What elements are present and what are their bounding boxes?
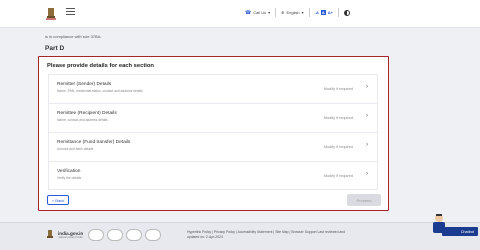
- font-increase-button[interactable]: A+: [328, 10, 333, 15]
- national-emblem-logo: [47, 230, 53, 238]
- call-us-label: Call Us: [253, 10, 267, 15]
- chevron-down-icon: ▾: [268, 10, 271, 15]
- top-header: ☎ Call Us ▾ ⊕ English ▾ -A A A+: [0, 0, 480, 28]
- section-status: Modify if required: [323, 116, 353, 120]
- proceed-button[interactable]: Proceed: [347, 194, 381, 206]
- partner-logo[interactable]: [126, 229, 142, 241]
- contrast-toggle-icon[interactable]: [344, 9, 350, 16]
- section-title: Remittee (Recipient) Details: [57, 111, 117, 116]
- india-gov-link[interactable]: india.gov.in national portal of india: [58, 231, 83, 239]
- chatbot-button[interactable]: Chatbot: [442, 227, 478, 236]
- section-status: Modify if required: [323, 87, 353, 91]
- phone-icon: ☎: [245, 9, 252, 16]
- hamburger-menu-icon[interactable]: [66, 8, 75, 16]
- footer-links[interactable]: Hyperlink Policy | Privacy Policy | Acce…: [187, 230, 347, 240]
- divider: [275, 8, 277, 17]
- font-size-controls: -A A A+: [315, 10, 333, 15]
- partner-logos: [88, 229, 161, 241]
- section-list: Remitter (Sender) Details Name, PAN, res…: [48, 74, 378, 190]
- divider: [338, 8, 339, 17]
- national-emblem-logo[interactable]: [44, 6, 58, 22]
- section-remitter[interactable]: Remitter (Sender) Details Name, PAN, res…: [48, 74, 378, 103]
- section-remittance[interactable]: Remittance (Fund transfer) Details Amoun…: [48, 132, 378, 161]
- chevron-right-icon: ›: [366, 142, 368, 148]
- font-normal-button[interactable]: A: [320, 10, 326, 15]
- call-us-link[interactable]: ☎ Call Us ▾: [245, 10, 270, 16]
- section-description: Verify the details: [57, 176, 82, 180]
- section-title: Remitter (Sender) Details: [57, 82, 112, 87]
- details-panel: Please provide details for each section …: [38, 56, 389, 211]
- india-gov-sublabel: national portal of india: [58, 236, 83, 239]
- section-description: Name, contact and address details: [57, 118, 108, 122]
- partner-logo[interactable]: [107, 229, 123, 241]
- language-label: English: [286, 10, 300, 15]
- section-description: Amount and bank details: [57, 147, 94, 151]
- partner-logo[interactable]: [88, 229, 104, 241]
- back-button[interactable]: < Back: [47, 195, 69, 205]
- footer: india.gov.in national portal of india Hy…: [0, 222, 480, 250]
- chatbot-widget[interactable]: Chatbot: [430, 213, 480, 239]
- chevron-right-icon: ›: [366, 84, 368, 90]
- compliance-text: is in compliance with rule 37BA.: [45, 34, 102, 39]
- chevron-down-icon: ▾: [301, 10, 304, 15]
- language-select[interactable]: ⊕ English ▾: [281, 10, 304, 15]
- partner-logo[interactable]: [145, 229, 161, 241]
- section-status: Modify if required: [323, 145, 353, 149]
- section-status: Modify if required: [323, 174, 353, 178]
- section-title: Remittance (Fund transfer) Details: [57, 140, 131, 145]
- chevron-right-icon: ›: [366, 171, 368, 177]
- section-remittee[interactable]: Remittee (Recipient) Details Name, conta…: [48, 103, 378, 132]
- section-verification[interactable]: Verification Verify the details Modify i…: [48, 161, 378, 190]
- chevron-right-icon: ›: [366, 113, 368, 119]
- divider: [308, 8, 310, 17]
- globe-icon: ⊕: [281, 10, 285, 15]
- panel-title: Please provide details for each section: [47, 63, 154, 69]
- font-decrease-button[interactable]: -A: [315, 10, 319, 15]
- section-title: Verification: [57, 169, 81, 174]
- section-description: Name, PAN, residential status, contact a…: [57, 89, 143, 93]
- page-title: Part D: [45, 45, 65, 52]
- header-utilities: ☎ Call Us ▾ ⊕ English ▾ -A A A+: [245, 8, 350, 17]
